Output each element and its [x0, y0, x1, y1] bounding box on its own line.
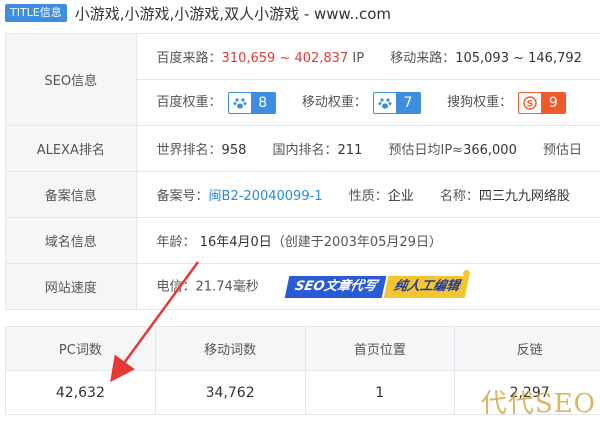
- baidu-weight-value: 8: [250, 92, 275, 113]
- speed-row: 网站速度 电信：21.74毫秒 SEO文章代写 纯人工编辑: [5, 263, 600, 310]
- icp-nature-value: 企业: [387, 189, 414, 204]
- world-rank-value: 958: [221, 143, 247, 158]
- domestic-rank: 国内排名：211: [273, 139, 363, 158]
- daily-ip-label: 预估日均IP≈: [388, 143, 464, 158]
- sogou-weight-label: 搜狗权重：: [447, 95, 513, 111]
- sogou-weight: 搜狗权重： S 9: [447, 91, 567, 114]
- seo-writing-banner[interactable]: SEO文章代写 纯人工编辑: [284, 269, 471, 299]
- domestic-rank-label: 国内排名：: [272, 143, 338, 158]
- sogou-weight-badge[interactable]: S 9: [518, 91, 567, 114]
- daily-pv-label: 预估日: [542, 143, 582, 158]
- baidu-traffic-value: 310,659 ~ 402,837: [221, 51, 349, 66]
- domain-age-value: 16年4月0日: [199, 235, 272, 250]
- baidu-paw-icon: [229, 93, 251, 113]
- header-backlinks: 反链: [454, 326, 600, 371]
- icp-number-link[interactable]: 闽B2-20040099-1: [209, 189, 323, 204]
- mobile-traffic: 移动来路：105,093 ~ 146,792: [390, 47, 582, 66]
- header-home-position: 首页位置: [304, 326, 456, 371]
- site-info-table: SEO信息 百度来路：310,659 ~ 402,837 IP 移动来路：105…: [5, 33, 600, 310]
- baidu-weight-label: 百度权重：: [156, 95, 222, 111]
- baidu-weight-badge[interactable]: 8: [227, 91, 276, 114]
- page-title: 小游戏,小游戏,小游戏,双人小游戏 - www..com: [74, 4, 392, 23]
- icp-name-label: 名称：: [439, 189, 479, 204]
- stats-header-row: PC词数 移动词数 首页位置 反链: [5, 326, 600, 371]
- daily-ip-value: 366,000: [463, 143, 517, 158]
- header-mobile-words: 移动词数: [154, 326, 306, 371]
- baidu-traffic-label: 百度来路：: [156, 51, 222, 66]
- banner-right-text: 纯人工编辑: [383, 275, 470, 298]
- title-bar: TITLE信息 小游戏,小游戏,小游戏,双人小游戏 - www..com: [5, 0, 391, 26]
- sogou-weight-value: 9: [541, 92, 566, 113]
- telecom-speed: 电信：21.74毫秒: [156, 279, 259, 294]
- domain-age-label: 年龄：: [156, 235, 196, 250]
- world-rank: 世界排名：958: [157, 139, 247, 158]
- mobile-traffic-value: 105,093 ~ 146,792: [455, 51, 582, 66]
- domestic-rank-value: 211: [337, 143, 363, 158]
- mobile-traffic-label: 移动来路：: [390, 51, 456, 66]
- alexa-cell: 世界排名：958 国内排名：211 预估日均IP≈366,000 预估日: [135, 125, 600, 172]
- seo-row-1: SEO信息 百度来路：310,659 ~ 402,837 IP 移动来路：105…: [5, 33, 600, 126]
- domain-cell: 年龄： 16年4月0日（创建于2003年05月29日）: [135, 217, 600, 264]
- daily-ip: 预估日均IP≈366,000: [389, 139, 517, 158]
- icp-nature-label: 性质：: [348, 189, 388, 204]
- icp-cell: 备案号：闽B2-20040099-1 性质：企业 名称：四三九九网络股: [135, 171, 600, 218]
- alexa-label: ALEXA排名: [5, 125, 137, 172]
- baidu-traffic-unit: IP: [352, 51, 365, 66]
- domain-row: 域名信息 年龄： 16年4月0日（创建于2003年05月29日）: [5, 217, 600, 264]
- seo-traffic-cell: 百度来路：310,659 ~ 402,837 IP 移动来路：105,093 ~…: [135, 33, 600, 80]
- icp-number: 备案号：闽B2-20040099-1: [157, 185, 323, 204]
- icp-label: 备案信息: [5, 171, 137, 218]
- icp-number-label: 备案号：: [156, 189, 209, 204]
- icp-nature: 性质：企业: [349, 185, 414, 204]
- mobile-weight-badge[interactable]: 7: [372, 91, 421, 114]
- value-pc-words: 42,632: [5, 370, 156, 415]
- mobile-weight-label: 移动权重：: [301, 95, 367, 111]
- domain-created: （创建于2003年05月29日）: [271, 235, 442, 250]
- mobile-weight: 移动权重： 7: [302, 91, 421, 114]
- domain-label: 域名信息: [5, 217, 137, 264]
- watermark-logo: 代代SEO: [480, 389, 596, 419]
- baidu-traffic: 百度来路：310,659 ~ 402,837 IP: [157, 47, 365, 66]
- svg-text:S: S: [527, 99, 533, 109]
- value-home-position: 1: [304, 370, 456, 415]
- value-mobile-words: 34,762: [154, 370, 306, 415]
- sogou-icon: S: [519, 93, 541, 113]
- speed-label: 网站速度: [5, 263, 137, 310]
- mobile-weight-value: 7: [395, 92, 420, 113]
- seo-weight-cell: 百度权重： 8 移动权重： 7 搜狗权重： S 9: [135, 79, 600, 126]
- icp-name-value: 四三九九网络股: [478, 189, 570, 204]
- alexa-row: ALEXA排名 世界排名：958 国内排名：211 预估日均IP≈366,000…: [5, 125, 600, 172]
- baidu-weight: 百度权重： 8: [157, 91, 276, 114]
- mobile-paw-icon: [374, 93, 396, 113]
- title-badge: TITLE信息: [5, 4, 67, 22]
- world-rank-label: 世界排名：: [156, 143, 222, 158]
- header-pc-words: PC词数: [5, 326, 156, 371]
- icp-row: 备案信息 备案号：闽B2-20040099-1 性质：企业 名称：四三九九网络股: [5, 171, 600, 218]
- icp-name: 名称：四三九九网络股: [440, 185, 570, 204]
- seo-label: SEO信息: [5, 33, 137, 126]
- banner-dot: [463, 269, 471, 277]
- banner-left-text: SEO文章代写: [284, 275, 387, 298]
- speed-cell: 电信：21.74毫秒 SEO文章代写 纯人工编辑: [135, 263, 600, 310]
